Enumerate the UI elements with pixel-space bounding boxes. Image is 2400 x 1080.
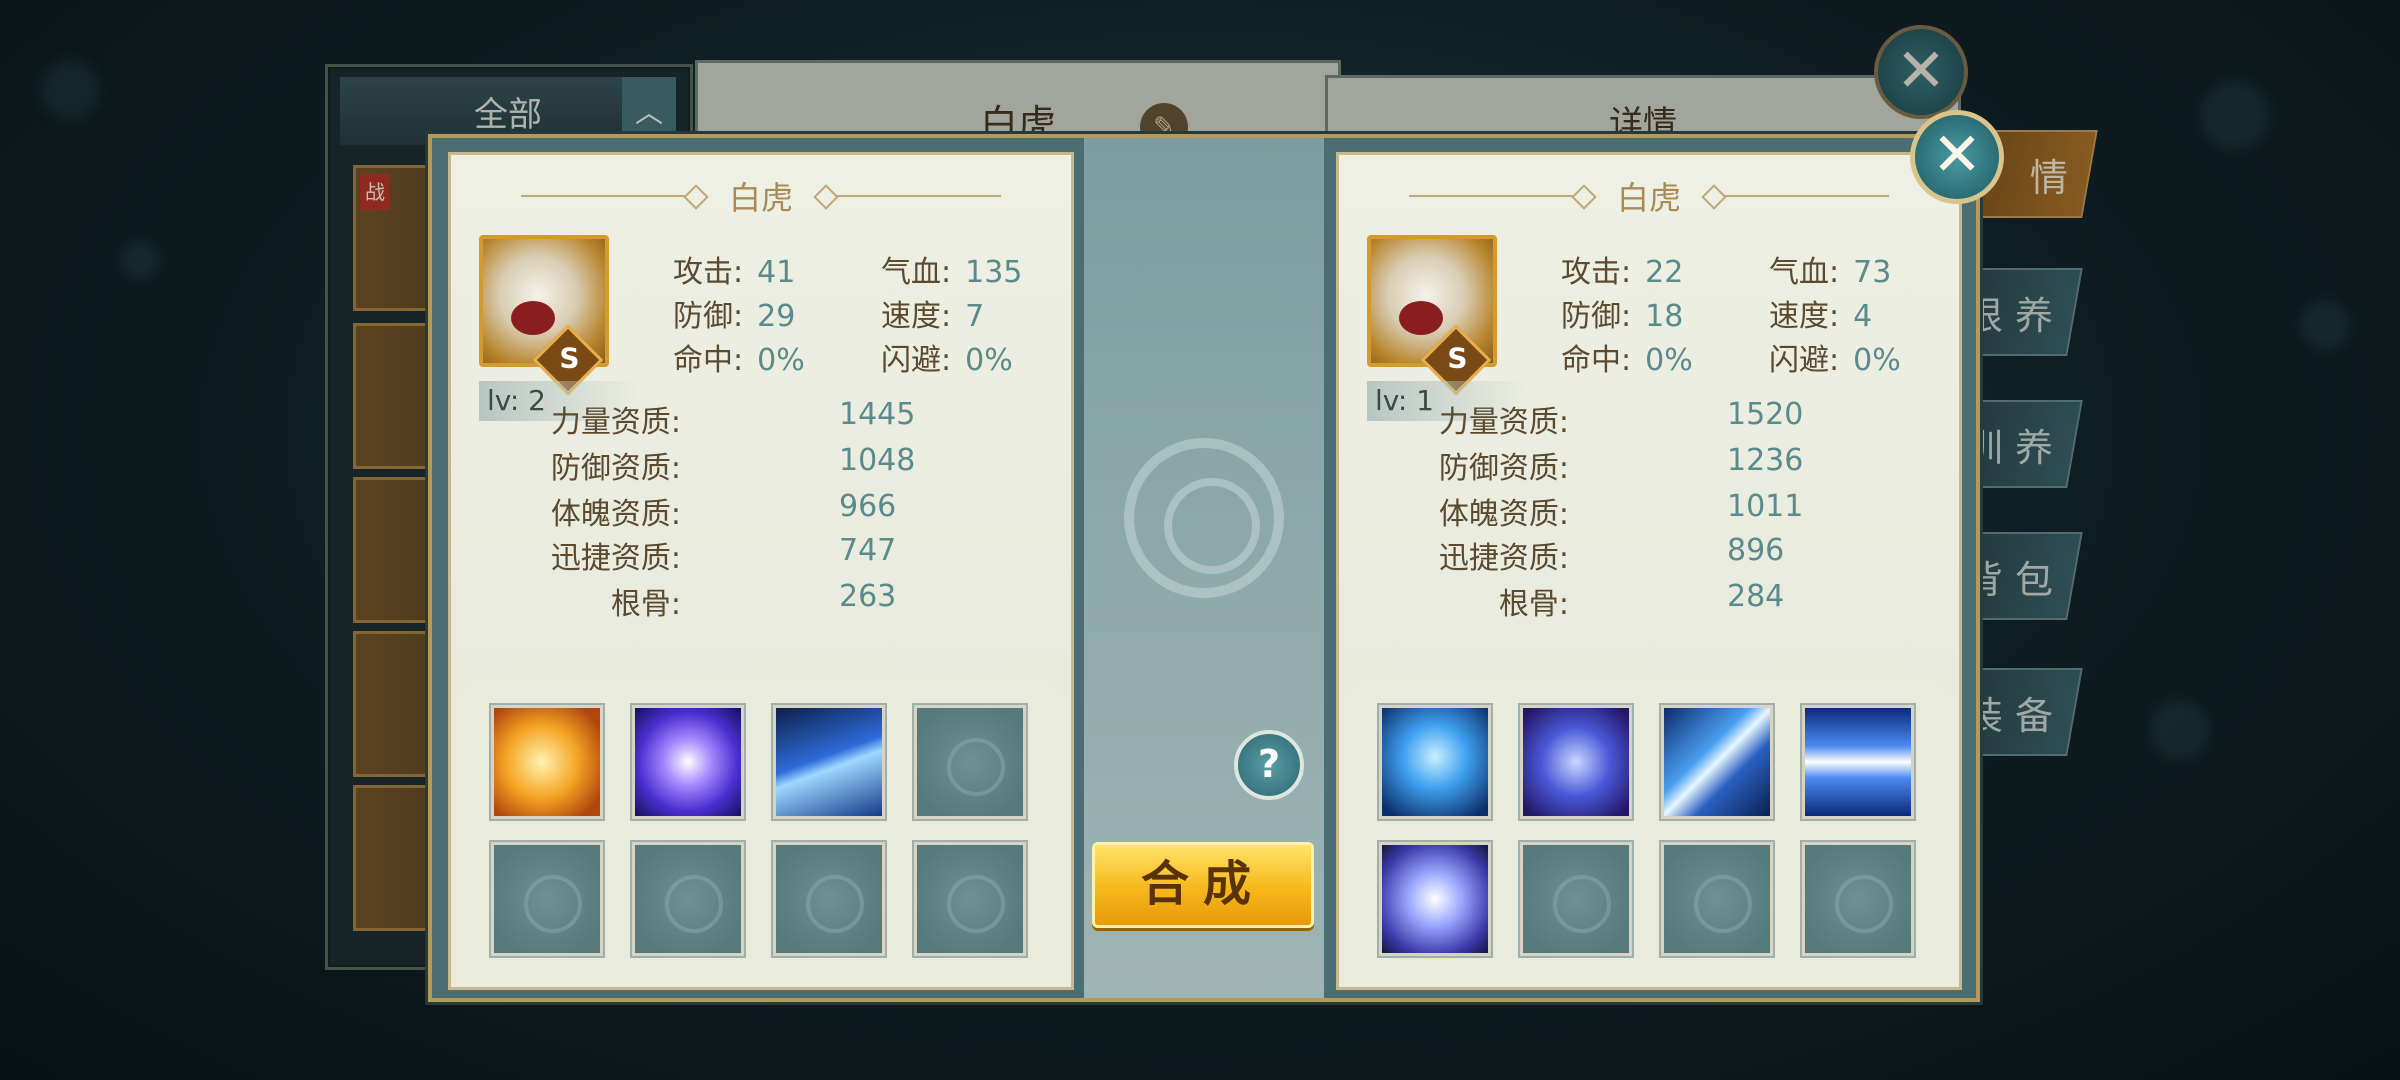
stat-label: 速度:: [1769, 299, 1840, 334]
physique-aptitude-label: 体魄资质:: [550, 497, 681, 532]
stat-label: 气血:: [1769, 255, 1840, 290]
close-icon[interactable]: ✕: [1910, 110, 2004, 204]
bone-value: 263: [839, 579, 897, 614]
empty-skill-slot[interactable]: [912, 840, 1028, 958]
agility-aptitude-value: 896: [1727, 533, 1785, 568]
empty-skill-slot[interactable]: [1800, 840, 1916, 958]
pet-name: 白虎: [1616, 179, 1681, 217]
hit-stat: 命中: 0%: [1561, 335, 1693, 379]
stat-value: 29: [757, 299, 796, 334]
physique-aptitude-label: 体魄资质:: [1438, 497, 1569, 532]
stat-label: 闪避:: [1769, 343, 1840, 378]
stat-label: 攻击:: [1561, 255, 1632, 290]
empty-skill-slot[interactable]: [1659, 840, 1775, 958]
empty-skill-slot[interactable]: [630, 840, 746, 958]
stat-label: 攻击:: [673, 255, 744, 290]
stat-value: 18: [1645, 299, 1684, 334]
agility-aptitude-label: 迅捷资质:: [550, 541, 681, 576]
right-pet-panel: 白虎 S lv: 1 攻击: 22 气血: 73 防御: 18 速度: 4 命中: 0% …: [1336, 152, 1962, 990]
stat-label: 速度:: [881, 299, 952, 334]
empty-skill-slot[interactable]: [489, 840, 605, 958]
stat-value: 0%: [1645, 343, 1693, 378]
stat-value: 73: [1853, 255, 1892, 290]
defense-aptitude-value: 1048: [839, 443, 916, 478]
dash-skill-icon[interactable]: [1800, 703, 1916, 821]
compose-button[interactable]: 合成: [1092, 842, 1314, 928]
defense-stat: 防御: 29: [673, 291, 795, 335]
fire-tiger-skill-icon[interactable]: [489, 703, 605, 821]
strength-aptitude-value: 1520: [1727, 397, 1804, 432]
tiger-mouth: [1399, 301, 1443, 335]
empty-skill-slot[interactable]: [771, 840, 887, 958]
stat-value: 4: [1853, 299, 1873, 334]
lightning-bolt-skill-icon[interactable]: [1659, 703, 1775, 821]
speed-stat: 速度: 7: [881, 291, 984, 335]
stat-label: 防御:: [1561, 299, 1632, 334]
defense-stat: 防御: 18: [1561, 291, 1683, 335]
stat-value: 7: [965, 299, 985, 334]
attack-stat: 攻击: 22: [1561, 247, 1683, 291]
hp-stat: 气血: 135: [881, 247, 1022, 291]
bone-value: 284: [1727, 579, 1785, 614]
skills-grid: [451, 677, 1071, 987]
empty-skill-slot[interactable]: [1518, 840, 1634, 958]
stat-value: 0%: [757, 343, 805, 378]
bone-label: 根骨:: [1498, 587, 1569, 622]
stat-label: 命中:: [1561, 343, 1632, 378]
rank-label: S: [1447, 341, 1468, 375]
stat-label: 命中:: [673, 343, 744, 378]
skills-grid: [1339, 677, 1959, 987]
defense-aptitude-label: 防御资质:: [1438, 451, 1569, 486]
stat-value: 0%: [965, 343, 1013, 378]
help-button[interactable]: ?: [1234, 730, 1304, 800]
stat-label: 气血:: [881, 255, 952, 290]
ice-shards-skill-icon[interactable]: [771, 703, 887, 821]
dodge-stat: 闪避: 0%: [1769, 335, 1901, 379]
stat-value: 135: [965, 255, 1023, 290]
stat-value: 22: [1645, 255, 1684, 290]
attack-stat: 攻击: 41: [673, 247, 795, 291]
pet-name: 白虎: [728, 179, 793, 217]
stat-label: 防御:: [673, 299, 744, 334]
dodge-stat: 闪避: 0%: [881, 335, 1013, 379]
stat-value: 41: [757, 255, 796, 290]
strength-aptitude-label: 力量资质:: [550, 405, 681, 440]
shield-skill-icon[interactable]: [1518, 703, 1634, 821]
swirl-skill-icon[interactable]: [1377, 840, 1493, 958]
lightning-orb-skill-icon[interactable]: [630, 703, 746, 821]
stat-value: 0%: [1853, 343, 1901, 378]
defense-aptitude-value: 1236: [1727, 443, 1804, 478]
dragon-emblem-icon: [1124, 438, 1284, 598]
rank-label: S: [559, 341, 580, 375]
physique-aptitude-value: 1011: [1727, 489, 1804, 524]
agility-aptitude-value: 747: [839, 533, 897, 568]
tiger-mouth: [511, 301, 555, 335]
bone-label: 根骨:: [610, 587, 681, 622]
water-heart-skill-icon[interactable]: [1377, 703, 1493, 821]
empty-skill-slot[interactable]: [912, 703, 1028, 821]
left-pet-panel: 白虎 S lv: 2 攻击: 41 气血: 135 防御: 29 速度: 7 命中: 0%…: [448, 152, 1074, 990]
defense-aptitude-label: 防御资质:: [550, 451, 681, 486]
speed-stat: 速度: 4: [1769, 291, 1872, 335]
hit-stat: 命中: 0%: [673, 335, 805, 379]
strength-aptitude-value: 1445: [839, 397, 916, 432]
stat-label: 闪避:: [881, 343, 952, 378]
strength-aptitude-label: 力量资质:: [1438, 405, 1569, 440]
agility-aptitude-label: 迅捷资质:: [1438, 541, 1569, 576]
physique-aptitude-value: 966: [839, 489, 897, 524]
hp-stat: 气血: 73: [1769, 247, 1891, 291]
